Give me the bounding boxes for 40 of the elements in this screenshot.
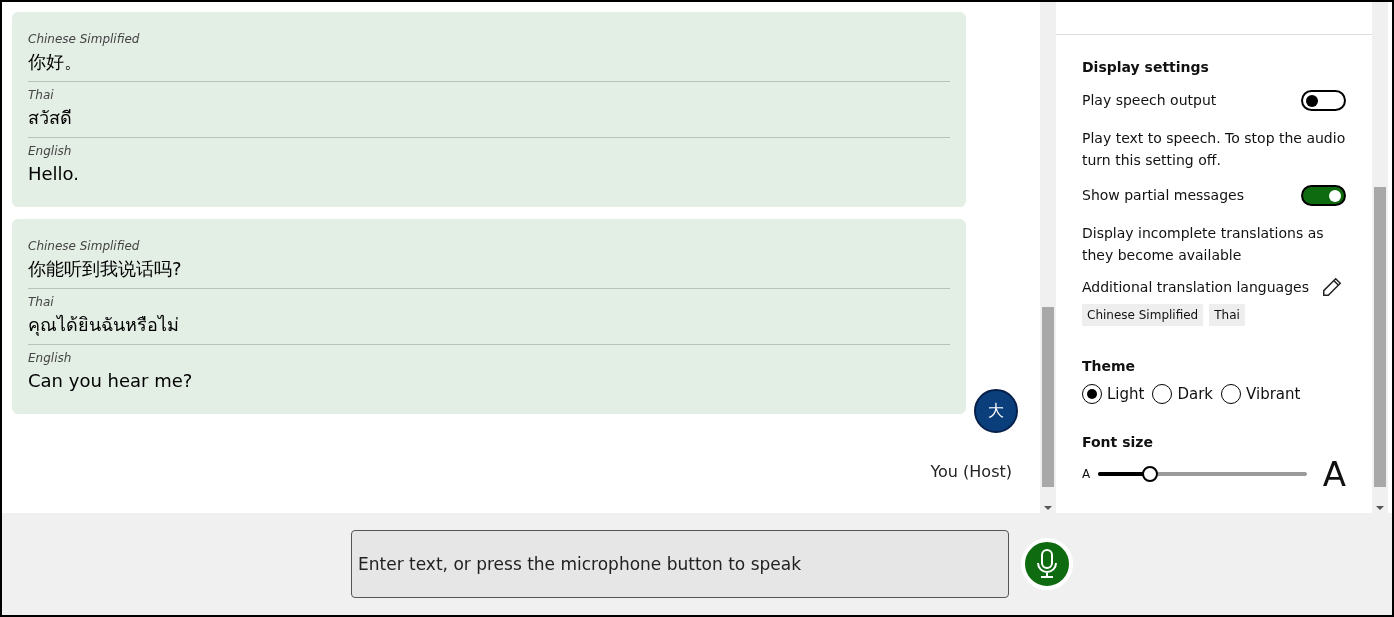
small-font-label: A: [1082, 465, 1091, 483]
theme-radio[interactable]: Vibrant: [1221, 383, 1301, 406]
setting-description: Display incomplete translations as they become available: [1082, 224, 1325, 265]
scroll-down-arrow-icon[interactable]: [1376, 505, 1384, 511]
language-label: Chinese Simplified: [28, 238, 141, 255]
toggle-switch[interactable]: [1301, 185, 1346, 206]
large-font-label: A: [1322, 456, 1346, 491]
sender-name: You (Host): [930, 461, 1012, 483]
section-heading: Display settings: [1082, 58, 1210, 77]
setting-label: Additional translation languages: [1082, 277, 1309, 297]
microphone-button[interactable]: [1021, 538, 1073, 590]
scroll-down-arrow-icon[interactable]: [1044, 505, 1052, 511]
toggle-label: Play speech output: [1082, 91, 1217, 110]
message-input[interactable]: Enter text, or press the microphone button to speak: [351, 530, 1009, 598]
message-text: 你好。: [28, 50, 83, 74]
language-label: English: [28, 143, 73, 160]
theme-radio[interactable]: Light: [1082, 383, 1145, 406]
message-text: คุณได้ยินฉันหรือไม่: [28, 313, 180, 338]
message-text: สวัสดี: [28, 106, 73, 130]
language-label: Thai: [28, 87, 55, 104]
language-tag: Chinese Simplified: [1082, 304, 1204, 326]
language-label: Chinese Simplified: [28, 31, 141, 48]
message-text: Hello.: [28, 162, 81, 186]
avatar: 大: [974, 389, 1018, 433]
message-text: Can you hear me?: [28, 369, 194, 393]
setting-label: Font size: [1082, 432, 1154, 452]
toggle-switch[interactable]: [1301, 90, 1346, 111]
setting-description: Play text to speech. To stop the audio turn this setting off.: [1082, 129, 1347, 170]
theme-radio[interactable]: Dark: [1152, 383, 1214, 406]
toggle-label: Show partial messages: [1082, 186, 1244, 205]
font-size-slider[interactable]: [1098, 465, 1307, 482]
pencil-icon[interactable]: [1320, 276, 1343, 298]
microphone-icon: [1036, 549, 1058, 579]
language-label: Thai: [28, 294, 55, 311]
setting-label: Theme: [1082, 357, 1137, 376]
message-text: 你能听到我说话吗?: [28, 257, 183, 281]
scrollbar[interactable]: [1040, 2, 1056, 513]
scrollbar[interactable]: [1372, 2, 1388, 513]
language-tag: Thai: [1209, 304, 1245, 326]
language-label: English: [28, 350, 73, 367]
